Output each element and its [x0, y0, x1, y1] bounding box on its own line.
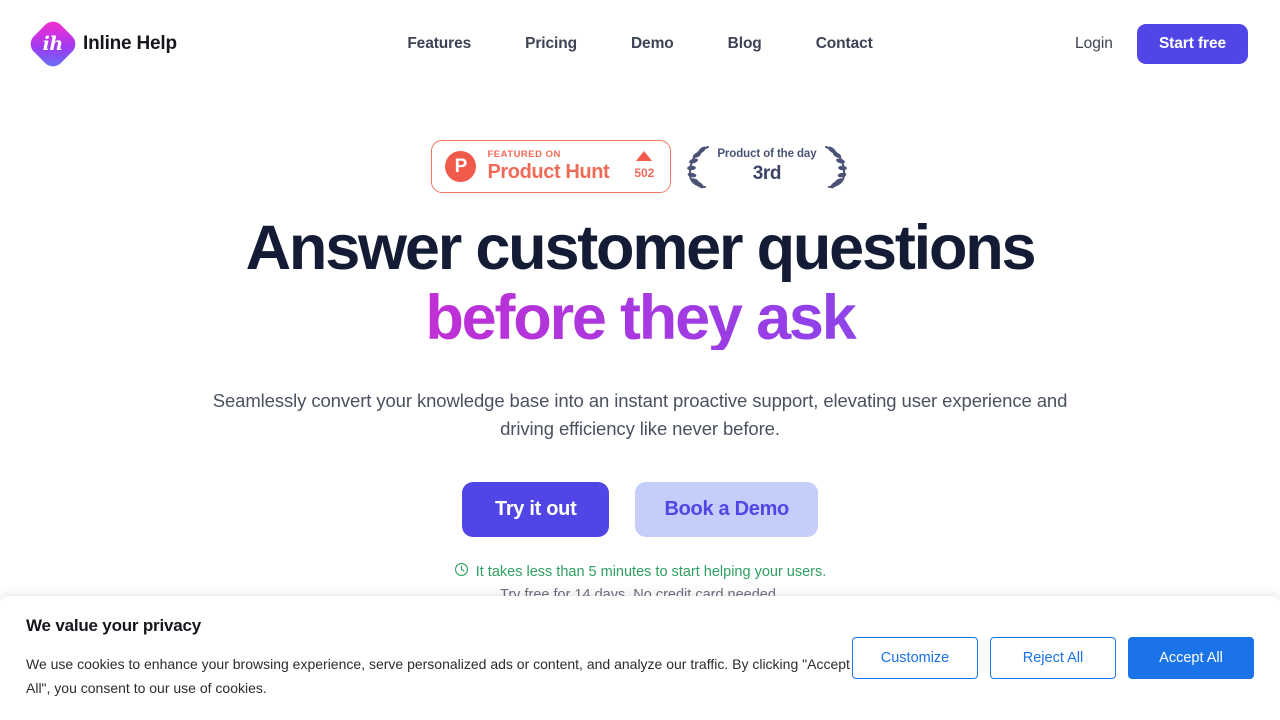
cookie-banner-body: We use cookies to enhance your browsing …	[26, 655, 850, 696]
login-link[interactable]: Login	[1075, 35, 1113, 53]
time-to-value-note: It takes less than 5 minutes to start he…	[0, 562, 1280, 581]
upvote-count: 502	[634, 166, 655, 181]
time-to-value-text: It takes less than 5 minutes to start he…	[475, 563, 827, 580]
nav-actions: Login Start free	[1075, 24, 1248, 64]
inline-help-logo-icon: ih	[26, 17, 80, 71]
award-badges: P FEATURED ON Product Hunt 502 Product o…	[0, 140, 1280, 193]
cookie-consent-banner: We value your privacy We use cookies to …	[0, 596, 1280, 720]
customize-cookies-button[interactable]: Customize	[852, 637, 978, 679]
hero-headline: Answer customer questions before they as…	[0, 216, 1280, 350]
nav-item-demo[interactable]: Demo	[631, 35, 674, 53]
headline-line-1: Answer customer questions	[245, 212, 1037, 283]
nav-item-blog[interactable]: Blog	[728, 35, 762, 53]
hero-subtitle: Seamlessly convert your knowledge base i…	[212, 389, 1068, 440]
clock-icon	[454, 562, 469, 581]
nav-item-features[interactable]: Features	[407, 35, 471, 53]
upvote-group[interactable]: 502	[634, 151, 654, 182]
product-of-the-day-badge: Product of the day 3rd	[685, 142, 848, 190]
cookie-banner-actions: Customize Reject All Accept All	[852, 637, 1254, 679]
top-navbar: ih Inline Help Features Pricing Demo Blo…	[0, 0, 1280, 88]
laurel-right-icon	[821, 142, 849, 190]
product-hunt-badge[interactable]: P FEATURED ON Product Hunt 502	[431, 140, 672, 193]
brand-name: Inline Help	[83, 33, 177, 54]
upvote-triangle-icon	[636, 151, 653, 162]
product-hunt-icon: P	[445, 150, 477, 182]
product-of-the-day-title: Product of the day	[717, 148, 817, 161]
laurel-left-icon	[685, 142, 713, 190]
product-of-the-day-rank: 3rd	[752, 162, 782, 184]
cookie-text-block: We value your privacy We use cookies to …	[26, 616, 852, 700]
laurel-label: Product of the day 3rd	[715, 148, 818, 184]
cookie-banner-title: We value your privacy	[26, 615, 202, 635]
logo-monogram: ih	[42, 32, 64, 55]
hero-cta-row: Try it out Book a Demo	[0, 482, 1280, 538]
start-free-button[interactable]: Start free	[1136, 24, 1248, 64]
featured-on-label: FEATURED ON	[487, 149, 561, 160]
book-a-demo-button[interactable]: Book a Demo	[635, 482, 818, 538]
try-it-out-button[interactable]: Try it out	[462, 482, 610, 538]
product-hunt-name: Product Hunt	[487, 160, 610, 183]
product-hunt-text: FEATURED ON Product Hunt	[487, 150, 609, 183]
nav-item-pricing[interactable]: Pricing	[525, 35, 577, 53]
nav-item-contact[interactable]: Contact	[816, 35, 873, 53]
hero-section: P FEATURED ON Product Hunt 502 Product o…	[0, 88, 1280, 603]
reject-all-cookies-button[interactable]: Reject All	[990, 637, 1116, 679]
brand-logo[interactable]: ih Inline Help	[26, 17, 177, 71]
headline-line-2: before they ask	[0, 286, 1280, 350]
accept-all-cookies-button[interactable]: Accept All	[1128, 637, 1254, 679]
